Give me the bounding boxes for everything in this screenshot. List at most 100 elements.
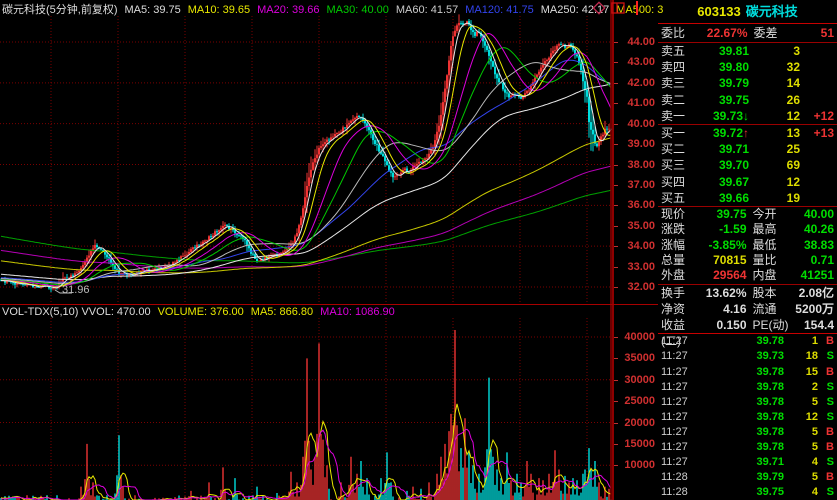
axis-tick: [614, 380, 618, 381]
axis-tick: [614, 465, 618, 466]
stock-title: 603133 碳元科技: [658, 0, 837, 24]
axis-tick: [614, 246, 618, 247]
ask-row-1[interactable]: 卖一39.73↓12+12: [658, 108, 837, 124]
cursor-caret: [636, 1, 638, 15]
fundamental-row: 净资4.16流通5200万: [658, 301, 837, 317]
price-axis-label: 37.00: [627, 180, 655, 190]
ask-levels: 卖五39.813卖四39.8032卖三39.7914卖二39.7526卖一39.…: [658, 43, 837, 124]
price-axis-label: 32.00: [627, 282, 655, 292]
weibi-label: 委比: [661, 24, 691, 42]
bid-row-4[interactable]: 买四39.6712: [658, 174, 837, 190]
fundamental-row: 换手13.62%股本2.08亿: [658, 285, 837, 301]
volume-axis-label: 20000: [624, 418, 655, 428]
axis-tick: [614, 144, 618, 145]
header-segment: MA30: 40.00: [327, 4, 389, 16]
quote-row: 现价39.75今开40.00: [658, 207, 837, 222]
header-segment: MA60: 41.57: [396, 4, 458, 16]
header-segment: MA5: 866.80: [251, 306, 313, 318]
quote-panel: 603133 碳元科技 委比 22.67% 委差 51 卖五39.813卖四39.…: [656, 0, 837, 500]
header-icon-group: [591, 1, 638, 15]
axis-tick: [614, 62, 618, 63]
ask-row-4[interactable]: 卖四39.8032: [658, 59, 837, 75]
ask-row-2[interactable]: 卖二39.7526: [658, 92, 837, 108]
volume-axis-label: 15000: [624, 439, 655, 449]
volume-axis-label: 25000: [624, 396, 655, 406]
volume-axis-label: 30000: [624, 375, 655, 385]
low-price-marker: 31.96: [62, 284, 90, 296]
axis-tick: [614, 165, 618, 166]
price-axis-label: 34.00: [627, 241, 655, 251]
price-axis-label: 42.00: [627, 78, 655, 88]
quote-summary: 现价39.75今开40.00涨跌-1.59最高40.26涨幅-3.85%最低38…: [658, 207, 837, 284]
header-segment: MA5: 39.75: [125, 4, 181, 16]
header-segment: VOLUME: 376.00: [158, 306, 244, 318]
bid-row-1[interactable]: 买一39.72↑13+13: [658, 125, 837, 141]
quote-row: 涨幅-3.85%最低38.83: [658, 238, 837, 253]
volume-pane-header: VOL-TDX(5,10) VVOL: 470.00 VOLUME: 376.00…: [2, 306, 402, 318]
price-axis-label: 39.00: [627, 139, 655, 149]
bid-levels: 买一39.72↑13+13买二39.7125买三39.7069买四39.6712…: [658, 125, 837, 206]
price-axis-label: 35.00: [627, 221, 655, 231]
axis-tick: [614, 226, 618, 227]
stock-name: 碳元科技: [746, 4, 798, 19]
axis-tick: [614, 42, 618, 43]
trade-row: 11:2739.785S: [658, 394, 837, 409]
tdx-stock-window: 碳元科技(5分钟,前复权) MA5: 39.75 MA10: 39.65 MA20: …: [0, 0, 837, 500]
trade-row: 11:2739.782S: [658, 379, 837, 394]
trade-row: 11:2839.795B: [658, 470, 837, 485]
price-axis-label: 40.00: [627, 119, 655, 129]
axis-tick: [614, 401, 618, 402]
fundamentals: 换手13.62%股本2.08亿净资4.16流通5200万收益(二)0.150PE…: [658, 285, 837, 333]
price-axis-label: 43.00: [627, 57, 655, 67]
axis-tick: [614, 103, 618, 104]
ask-row-3[interactable]: 卖三39.7914: [658, 75, 837, 91]
price-axis-label: 38.00: [627, 160, 655, 170]
weicha-value: 51: [778, 24, 835, 42]
price-pane-header: 碳元科技(5分钟,前复权) MA5: 39.75 MA10: 39.65 MA20: …: [2, 1, 670, 17]
bid-row-2[interactable]: 买二39.7125: [658, 141, 837, 157]
pane-separator: [0, 304, 658, 305]
ask-row-5[interactable]: 卖五39.813: [658, 43, 837, 59]
price-axis-label: 41.00: [627, 98, 655, 108]
axis-tick: [614, 337, 618, 338]
price-axis-label: 36.00: [627, 200, 655, 210]
trade-row: 11:2739.7812S: [658, 409, 837, 424]
header-segment: MA120: 41.75: [465, 4, 534, 16]
header-segment: MA20: 39.66: [257, 4, 319, 16]
bid-row-5[interactable]: 买五39.6619: [658, 190, 837, 206]
header-segment: VOL-TDX(5,10) VVOL: 470.00: [2, 306, 151, 318]
weicha-label: 委差: [748, 24, 778, 42]
kline-volume-chart[interactable]: [0, 0, 612, 500]
axis-tick: [614, 444, 618, 445]
axis-tick: [614, 83, 618, 84]
bid-row-3[interactable]: 买三39.7069: [658, 157, 837, 173]
axis-tick: [614, 205, 618, 206]
volume-axis-label: 35000: [624, 353, 655, 363]
tick-trade-list: 11:2739.781B11:2739.7318S11:2739.7815B11…: [658, 334, 837, 500]
chart-region[interactable]: 碳元科技(5分钟,前复权) MA5: 39.75 MA10: 39.65 MA20: …: [0, 0, 612, 500]
trade-row: 11:2739.781B: [658, 334, 837, 349]
axis-tick: [614, 358, 618, 359]
header-segment: MA10: 39.65: [188, 4, 250, 16]
axis-tick: [614, 267, 618, 268]
split-window-icon[interactable]: [610, 1, 627, 15]
axis-strip: 44.00 43.00 42.00 41.00 40.00 39.00 38.00 37.00…: [612, 0, 658, 500]
price-axis-label: 44.00: [627, 37, 655, 47]
axis-tick: [614, 423, 618, 424]
trade-row: 11:2739.785B: [658, 440, 837, 455]
quote-row: 总量70815量比0.71: [658, 253, 837, 268]
weibi-row: 委比 22.67% 委差 51: [658, 24, 837, 43]
axis-tick: [614, 185, 618, 186]
header-segment: MA10: 1086.90: [320, 306, 395, 318]
volume-axis-label: 10000: [624, 460, 655, 470]
stock-code: 603133: [697, 4, 740, 19]
axis-tick: [614, 124, 618, 125]
quote-row: 外盘29564内盘41251: [658, 268, 837, 283]
quote-row: 涨跌-1.59最高40.26: [658, 222, 837, 237]
trade-row: 11:2739.785B: [658, 424, 837, 439]
fundamental-row: 收益(二)0.150PE(动)154.4: [658, 317, 837, 333]
diamond-icon[interactable]: [591, 1, 607, 15]
weibi-value: 22.67%: [691, 24, 748, 42]
trade-row: 11:2839.754S: [658, 485, 837, 500]
header-segment: 碳元科技(5分钟,前复权): [2, 4, 118, 16]
